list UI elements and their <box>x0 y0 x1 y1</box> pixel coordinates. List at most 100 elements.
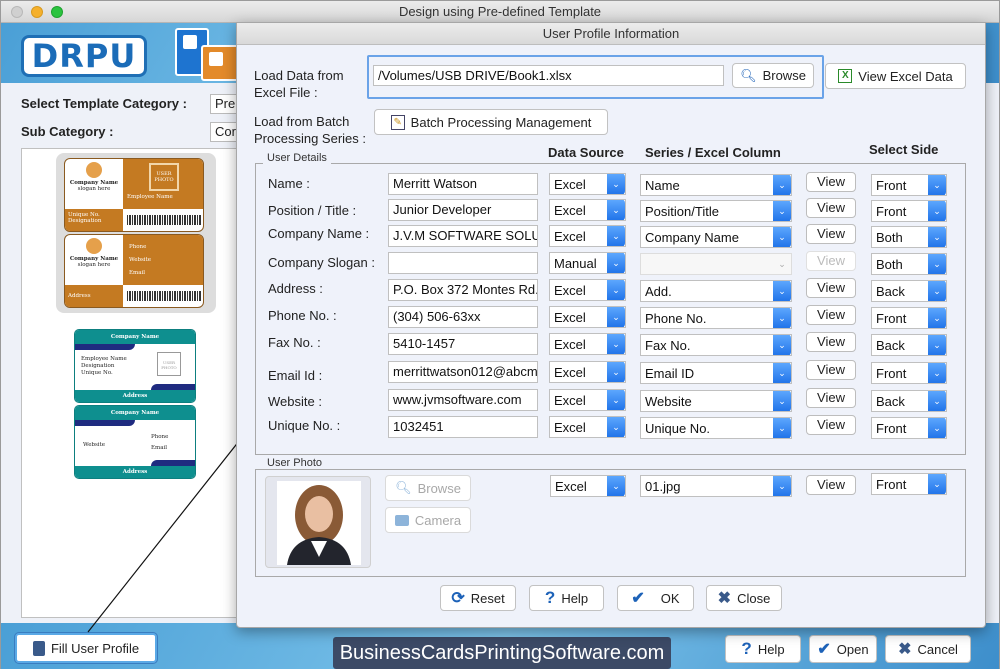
excel-browse-label: Browse <box>762 68 806 83</box>
view-button[interactable]: View <box>806 305 856 325</box>
side-select[interactable]: Back ⌄ <box>871 280 947 302</box>
view-button[interactable]: View <box>806 360 856 380</box>
side-select[interactable]: Front ⌄ <box>871 307 947 329</box>
view-button[interactable]: View <box>806 332 856 352</box>
photo-source-select[interactable]: Excel ⌄ <box>550 475 626 497</box>
photo-side-value: Front <box>876 477 907 492</box>
excel-column-select[interactable]: Unique No. ⌄ <box>640 417 792 439</box>
camera-label: Camera <box>414 512 462 528</box>
data-source-select[interactable]: Excel ⌄ <box>549 416 626 438</box>
data-source-select[interactable]: Manual ⌄ <box>549 252 626 274</box>
photo-browse-button[interactable]: 🔍︎ Browse <box>385 475 471 501</box>
ok-button[interactable]: ✔ OK <box>617 585 694 611</box>
field-value-input[interactable]: merrittwatson012@abcma <box>388 361 538 383</box>
photo-source-value: Excel <box>555 479 587 494</box>
barcode-icon <box>127 215 201 225</box>
view-button[interactable]: View <box>806 224 856 244</box>
field-value-input[interactable]: www.jvmsoftware.com <box>388 389 538 411</box>
window-minimize-button[interactable] <box>31 6 43 18</box>
excel-file-path-input[interactable]: /Volumes/USB DRIVE/Book1.xlsx <box>373 65 724 86</box>
side-select[interactable]: Both ⌄ <box>871 253 947 275</box>
data-source-value: Excel <box>554 229 586 244</box>
dialog-help-button[interactable]: ? Help <box>529 585 604 611</box>
side-select[interactable]: Front ⌄ <box>871 362 947 384</box>
photo-side-select[interactable]: Front ⌄ <box>871 473 947 495</box>
field-label: Email Id : <box>268 368 323 383</box>
select-side-header: Select Side <box>869 142 939 157</box>
main-help-button[interactable]: ? Help <box>725 635 801 663</box>
cross-icon: ✖ <box>898 641 912 658</box>
field-value-input[interactable]: Junior Developer <box>388 199 538 221</box>
photo-view-button[interactable]: View <box>806 475 856 495</box>
view-button[interactable]: View <box>806 278 856 298</box>
data-source-select[interactable]: Excel ⌄ <box>549 225 626 247</box>
chevron-down-icon: ⌄ <box>928 281 946 301</box>
data-source-value: Excel <box>554 283 586 298</box>
chevron-down-icon: ⌄ <box>607 417 625 437</box>
excel-column-select[interactable]: Email ID ⌄ <box>640 362 792 384</box>
field-value-input[interactable]: P.O. Box 372 Montes Rd.S <box>388 279 538 301</box>
data-source-select[interactable]: Excel ⌄ <box>549 279 626 301</box>
tpl-address: Address <box>68 293 91 299</box>
excel-column-select[interactable]: Company Name ⌄ <box>640 226 792 248</box>
side-select[interactable]: Back ⌄ <box>871 334 947 356</box>
excel-column-select[interactable]: Website ⌄ <box>640 390 792 412</box>
tpl-email: Email <box>151 445 168 451</box>
cancel-button[interactable]: ✖ Cancel <box>885 635 971 663</box>
excel-column-select[interactable]: Position/Title ⌄ <box>640 200 792 222</box>
field-value-input[interactable]: J.V.M SOFTWARE SOLUTI <box>388 225 538 247</box>
camera-button[interactable]: Camera <box>385 507 471 533</box>
data-source-select[interactable]: Excel ⌄ <box>549 361 626 383</box>
view-button[interactable]: View <box>806 388 856 408</box>
data-source-select[interactable]: Excel ⌄ <box>549 173 626 195</box>
side-select[interactable]: Both ⌄ <box>871 226 947 248</box>
sub-category-label: Sub Category : <box>21 124 114 139</box>
close-button[interactable]: ✖ Close <box>706 585 782 611</box>
field-value-input[interactable]: 5410-1457 <box>388 333 538 355</box>
window-close-button[interactable] <box>11 6 23 18</box>
side-select[interactable]: Back ⌄ <box>871 390 947 412</box>
batch-processing-button[interactable]: ✎ Batch Processing Management <box>374 109 608 135</box>
data-source-select[interactable]: Excel ⌄ <box>549 389 626 411</box>
fill-user-profile-label: Fill User Profile <box>50 640 140 656</box>
excel-column-value: Email ID <box>645 366 695 381</box>
side-select[interactable]: Front ⌄ <box>871 417 947 439</box>
open-button[interactable]: ✔ Open <box>809 635 877 663</box>
data-source-select[interactable]: Excel ⌄ <box>549 199 626 221</box>
fill-user-profile-button[interactable]: Fill User Profile <box>15 633 157 663</box>
excel-column-select[interactable]: Phone No. ⌄ <box>640 307 792 329</box>
checkmark-icon: ✔ <box>817 641 831 658</box>
reset-button[interactable]: ⟳ Reset <box>440 585 516 611</box>
excel-column-select[interactable]: Add. ⌄ <box>640 280 792 302</box>
data-source-value: Excel <box>554 337 586 352</box>
excel-column-select[interactable]: Fax No. ⌄ <box>640 334 792 356</box>
data-source-select[interactable]: Excel ⌄ <box>549 306 626 328</box>
field-value-input[interactable]: (304) 506-63xx <box>388 306 538 328</box>
ok-label: OK <box>660 590 680 606</box>
excel-browse-button[interactable]: 🔍︎ Browse <box>732 63 814 88</box>
view-button[interactable]: View <box>806 198 856 218</box>
side-value: Back <box>876 394 905 409</box>
field-value-input[interactable]: 1032451 <box>388 416 538 438</box>
side-select[interactable]: Front ⌄ <box>871 174 947 196</box>
field-label: Company Name : <box>268 226 370 241</box>
template-thumbnail-2[interactable]: Company Name Employee Name Designation U… <box>74 329 196 481</box>
side-select[interactable]: Front ⌄ <box>871 200 947 222</box>
view-excel-data-button[interactable]: X View Excel Data <box>825 63 966 89</box>
photo-column-select[interactable]: 01.jpg ⌄ <box>640 475 792 497</box>
view-button[interactable]: View <box>806 251 856 271</box>
field-value-input[interactable]: Merritt Watson <box>388 173 538 195</box>
excel-column-select[interactable]: Name ⌄ <box>640 174 792 196</box>
close-icon: ✖ <box>717 590 732 607</box>
excel-column-select[interactable]: ⌄ <box>640 253 792 275</box>
template-thumbnail-1[interactable]: Company Name slogan here USER PHOTO Empl… <box>56 153 216 313</box>
excel-column-value: Company Name <box>645 230 739 245</box>
data-source-select[interactable]: Excel ⌄ <box>549 333 626 355</box>
load-excel-label-line1: Load Data from <box>254 68 344 83</box>
main-titlebar: Design using Pre-defined Template <box>1 1 999 23</box>
view-button[interactable]: View <box>806 415 856 435</box>
view-button[interactable]: View <box>806 172 856 192</box>
side-value: Both <box>876 230 903 245</box>
window-maximize-button[interactable] <box>51 6 63 18</box>
field-value-input[interactable] <box>388 252 538 274</box>
